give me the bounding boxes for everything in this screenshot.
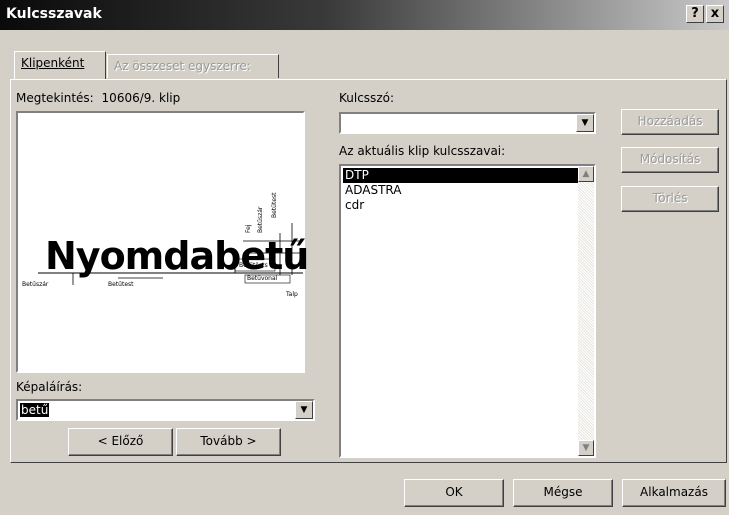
tab-all-at-once-label: Az összeset egyszerre: <box>114 59 251 73</box>
annotation-betutorzs: Betűtörzs <box>239 262 268 269</box>
typography-diagram: Fej Betűszár Betűtest <box>38 192 303 285</box>
window-title: Kulcsszavak <box>6 6 102 22</box>
apply-button-label: Alkalmazás <box>640 485 708 499</box>
svg-text:Betűtest: Betűtest <box>271 192 278 218</box>
ok-button-label: OK <box>445 485 463 499</box>
next-button-label: Tovább > <box>200 434 257 448</box>
keyword-label: Kulcsszó: <box>339 91 394 105</box>
preview-box: Nyomdabetű Fej Betűszár Betűtest Betűszá… <box>16 111 309 373</box>
list-item[interactable]: ADASTRA <box>343 183 401 198</box>
next-button[interactable]: Tovább > <box>176 428 281 456</box>
chevron-down-icon: ▼ <box>300 405 308 415</box>
help-icon: ? <box>691 6 699 21</box>
svg-text:Fej: Fej <box>245 224 252 233</box>
svg-text:Betűszár: Betűszár <box>257 206 264 233</box>
caption-label: Képaláírás: <box>16 380 83 394</box>
prev-button[interactable]: < Előző <box>68 428 173 456</box>
tab-per-clip[interactable]: Klipenként <box>14 51 106 79</box>
delete-button-label: Törlés <box>652 191 688 205</box>
cancel-button[interactable]: Mégse <box>513 479 613 507</box>
tab-per-clip-label: Klipenként <box>21 56 85 70</box>
current-keywords-list[interactable]: DTP ADASTRA cdr ▲ ▼ <box>339 164 596 458</box>
scroll-up-button[interactable]: ▲ <box>578 166 594 182</box>
add-button-label: Hozzáadás <box>637 114 703 128</box>
preview-clip-name: 10606/9. klip <box>101 91 181 105</box>
preview-label-text: Megtekintés: <box>16 91 94 105</box>
list-item[interactable]: cdr <box>343 198 364 213</box>
list-scrollbar[interactable]: ▲ ▼ <box>578 166 594 456</box>
annotation-betutest: Betűtest <box>108 281 134 288</box>
keyword-combo[interactable]: ▼ <box>339 112 596 134</box>
scroll-down-button[interactable]: ▼ <box>578 440 594 456</box>
preview-label: Megtekintés: 10606/9. klip <box>16 91 180 105</box>
chevron-down-icon: ▼ <box>581 118 589 128</box>
keyword-dropdown-button[interactable]: ▼ <box>576 114 594 132</box>
title-bar: Kulcsszavak ? x <box>0 0 729 30</box>
cancel-button-label: Mégse <box>543 485 583 499</box>
delete-button[interactable]: Törlés <box>621 186 719 212</box>
caption-input[interactable]: betű <box>20 403 50 417</box>
ok-button[interactable]: OK <box>404 479 504 507</box>
current-keywords-label: Az aktuális klip kulcsszavai: <box>339 144 506 158</box>
modify-button-label: Módosítás <box>639 152 701 166</box>
annotation-betuvonal: Betűvonal <box>247 275 278 282</box>
arrow-up-icon: ▲ <box>582 169 590 179</box>
tab-all-at-once[interactable]: Az összeset egyszerre: <box>107 54 279 78</box>
list-item[interactable]: DTP <box>343 168 579 183</box>
caption-dropdown-button[interactable]: ▼ <box>295 401 313 419</box>
apply-button[interactable]: Alkalmazás <box>622 479 726 507</box>
close-icon: x <box>710 6 720 21</box>
tab-panel: Megtekintés: 10606/9. klip Nyomdabetű Fe… <box>10 79 727 463</box>
annotation-talp: Talp <box>286 291 298 298</box>
modify-button[interactable]: Módosítás <box>621 147 719 173</box>
arrow-down-icon: ▼ <box>582 443 590 453</box>
add-button[interactable]: Hozzáadás <box>621 109 719 135</box>
prev-button-label: < Előző <box>97 434 144 448</box>
annotation-betusar: Betűszár <box>22 281 49 288</box>
help-button[interactable]: ? <box>686 5 704 23</box>
close-button[interactable]: x <box>706 5 724 23</box>
caption-combo[interactable]: betű ▼ <box>16 399 315 421</box>
